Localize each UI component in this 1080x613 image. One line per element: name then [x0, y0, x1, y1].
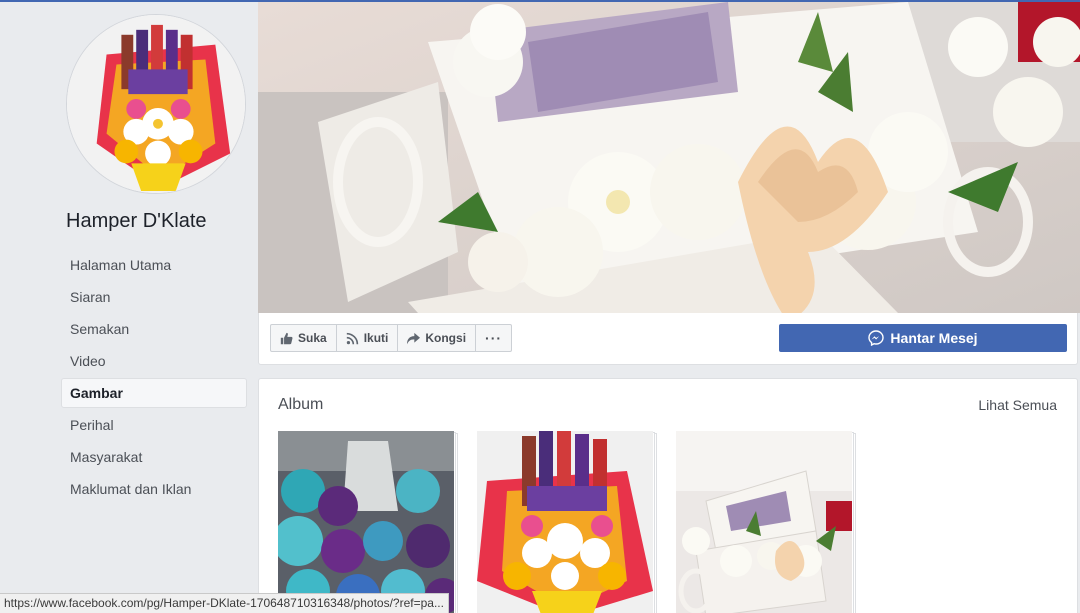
browser-status-bar: https://www.facebook.com/pg/Hamper-DKlat…: [0, 593, 449, 613]
nav-item-masyarakat[interactable]: Masyarakat: [61, 442, 247, 472]
nav-item-perihal[interactable]: Perihal: [61, 410, 247, 440]
nav-item-siaran[interactable]: Siaran: [61, 282, 247, 312]
profile-picture-image: [67, 15, 245, 193]
cover-photo[interactable]: [258, 2, 1080, 313]
follow-button[interactable]: Ikuti: [335, 324, 399, 352]
left-column: Hamper D'Klate Halaman Utama Siaran Sema…: [0, 2, 258, 613]
cover-photo-image: [258, 2, 1080, 313]
nav-item-halaman-utama[interactable]: Halaman Utama: [61, 250, 247, 280]
like-label: Suka: [298, 331, 327, 345]
nav-item-maklumat-dan-iklan[interactable]: Maklumat dan Iklan: [61, 474, 247, 504]
album-section-title: Album: [278, 396, 324, 413]
album-thumbnail[interactable]: [477, 431, 657, 613]
thumbs-up-icon: [280, 332, 293, 345]
see-all-link[interactable]: Lihat Semua: [978, 397, 1057, 413]
profile-picture[interactable]: [66, 14, 246, 194]
nav-item-video[interactable]: Video: [61, 346, 247, 376]
page-nav: Halaman Utama Siaran Semakan Video Gamba…: [61, 250, 247, 506]
rss-icon: [346, 332, 359, 345]
album-cover-image: [278, 431, 454, 613]
page-title[interactable]: Hamper D'Klate: [66, 210, 207, 233]
nav-item-gambar[interactable]: Gambar: [61, 378, 247, 408]
send-message-label: Hantar Mesej: [890, 330, 978, 346]
album-cover-image: [477, 431, 653, 613]
share-arrow-icon: [407, 332, 421, 345]
more-options-button[interactable]: ···: [475, 324, 513, 352]
album-cover-image: [676, 431, 852, 613]
like-button[interactable]: Suka: [270, 324, 337, 352]
action-button-group: Suka Ikuti Kongsi ···: [270, 324, 513, 352]
follow-label: Ikuti: [363, 331, 389, 345]
share-button[interactable]: Kongsi: [397, 324, 477, 352]
messenger-icon: [868, 330, 885, 346]
share-label: Kongsi: [425, 331, 467, 345]
page-action-bar: Suka Ikuti Kongsi ··· Hantar Mesej: [258, 313, 1078, 365]
more-label: ···: [485, 330, 503, 346]
nav-item-semakan[interactable]: Semakan: [61, 314, 247, 344]
send-message-button[interactable]: Hantar Mesej: [779, 324, 1067, 352]
album-thumbnail[interactable]: [278, 431, 458, 613]
album-section: Album Lihat Semua: [258, 378, 1078, 613]
album-thumbnail[interactable]: [676, 431, 856, 613]
